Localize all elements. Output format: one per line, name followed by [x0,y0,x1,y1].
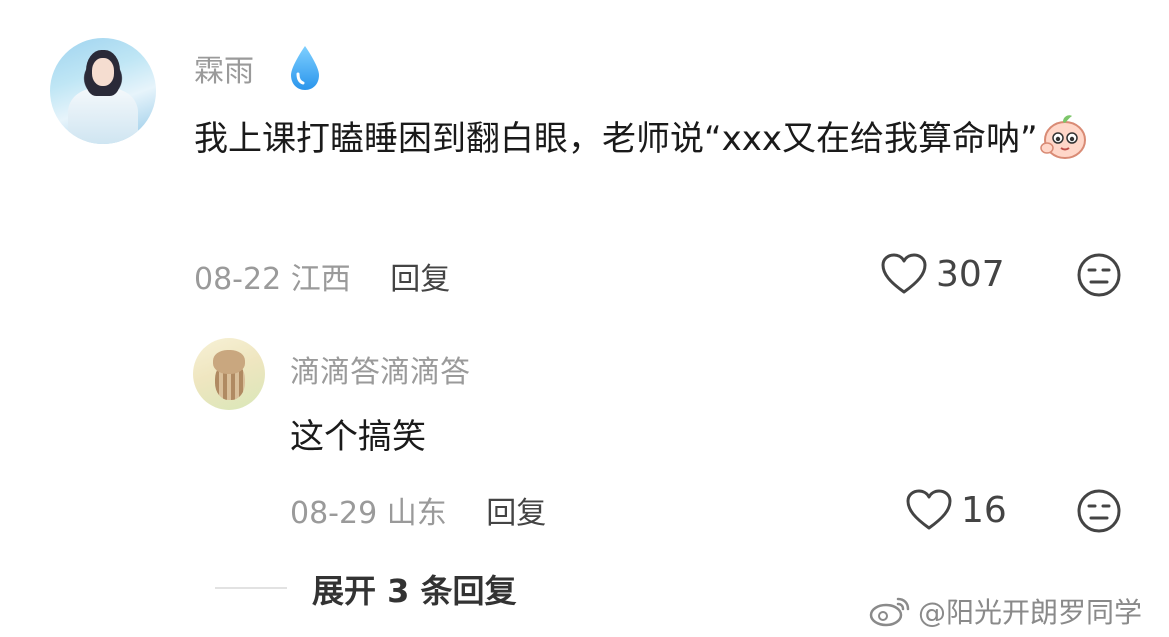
reply-reply-button[interactable]: 回复 [486,496,546,531]
reply-location: 山东 [386,496,447,531]
like-count: 307 [936,253,1005,295]
watermark: @阳光开朗罗同学 [868,591,1142,631]
comment-text-body: 我上课打瞌睡困到翻白眼，老师说“xxx又在给我算命呐” [194,119,1038,159]
reply-date: 08-29 [290,496,378,531]
like-button[interactable]: 307 [880,252,1005,296]
reply-avatar[interactable] [193,338,265,410]
reply-like-count: 16 [961,489,1007,531]
comment-meta: 08-22 江西 回复 [194,254,450,298]
reply-username[interactable]: 滴滴答滴滴答 [290,347,470,391]
heart-icon [906,489,952,530]
watermark-text: @阳光开朗罗同学 [918,596,1143,629]
heart-icon [881,253,927,294]
peach-emoji-icon [1038,112,1088,160]
water-drop-icon [291,46,319,90]
comment-date: 08-22 [194,262,282,297]
meh-face-icon[interactable] [1076,252,1122,298]
expand-replies-button[interactable]: 展开 3 条回复 [312,566,517,612]
comment-text: 我上课打瞌睡困到翻白眼，老师说“xxx又在给我算命呐” [194,106,1134,172]
reply-meta: 08-29 山东 回复 [290,488,546,532]
avatar[interactable] [50,38,156,144]
divider [215,587,287,589]
reply-like-button[interactable]: 16 [905,488,1007,532]
reply-text: 这个搞笑 [290,417,426,457]
weibo-icon [869,597,910,627]
meh-face-icon[interactable] [1076,488,1122,534]
comment-username[interactable]: 霖雨 [194,46,254,90]
reply-button[interactable]: 回复 [390,262,450,297]
comment-location: 江西 [290,262,351,297]
